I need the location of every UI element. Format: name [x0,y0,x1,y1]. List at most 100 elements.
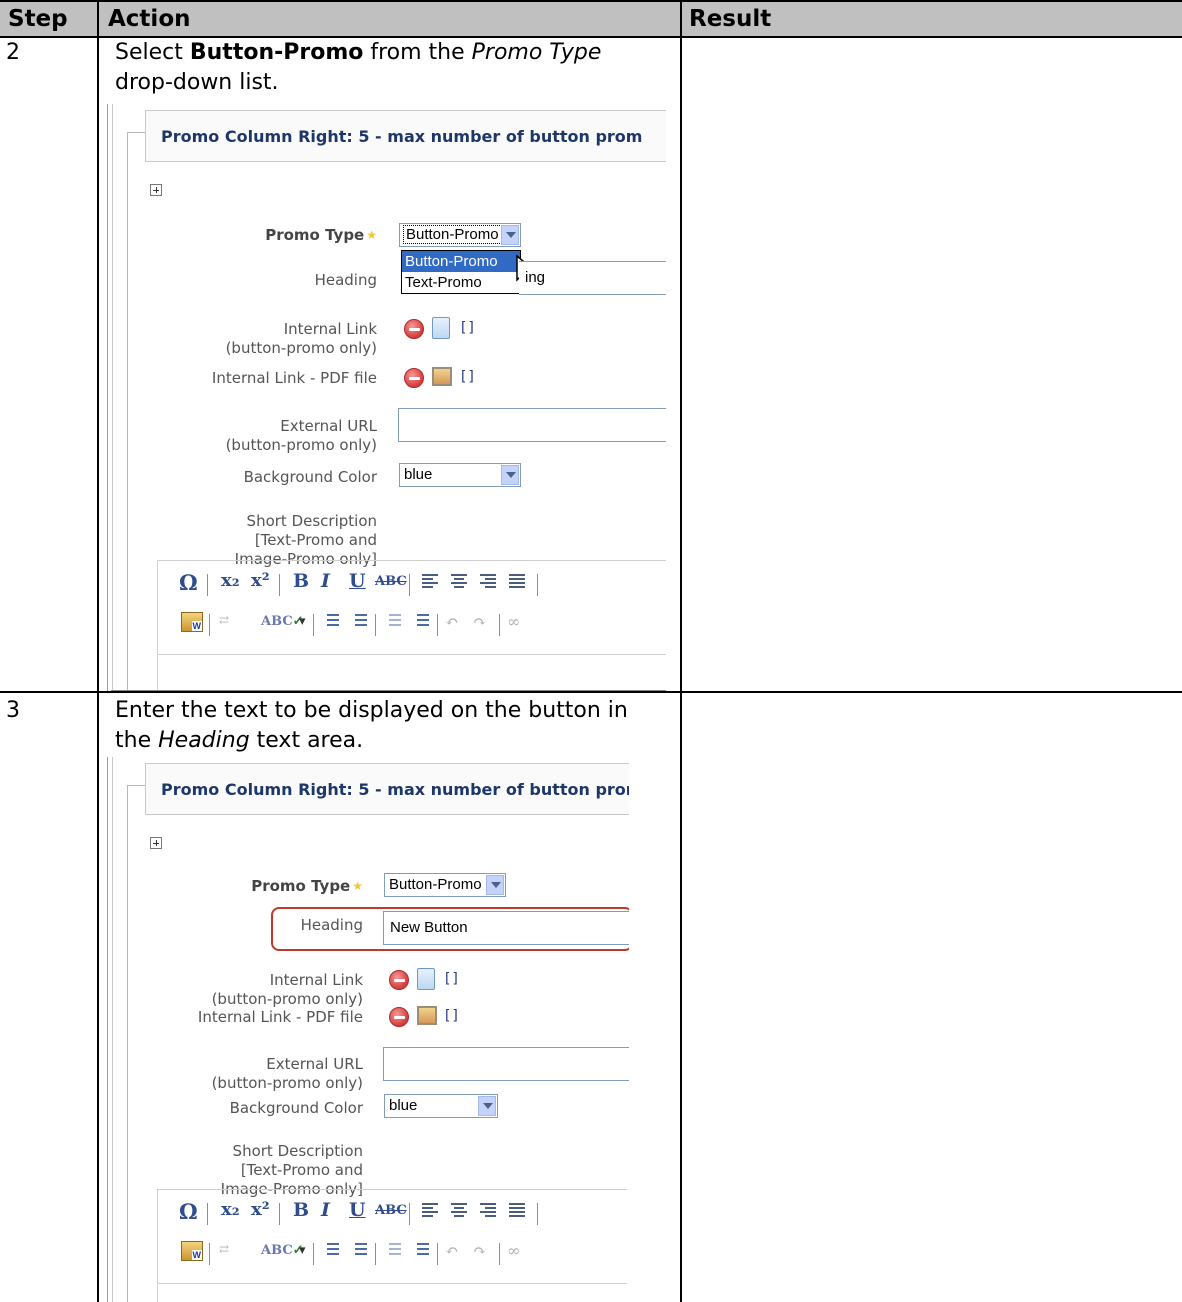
subscript-button[interactable]: x₂ [221,1199,240,1220]
undo-icon[interactable]: ↶ [445,1241,458,1260]
numbered-list-icon[interactable] [349,1243,367,1261]
heading-input[interactable]: ing [519,261,666,295]
bulleted-list-icon[interactable] [321,1243,339,1261]
strikethrough-button[interactable]: ABC [375,574,407,589]
outdent-icon[interactable] [383,614,401,632]
row-step-number: 3 [6,698,20,723]
bulleted-list-icon[interactable] [321,614,339,632]
editor-border [157,1283,627,1284]
heading-input[interactable]: New Button [383,911,629,945]
italic-button[interactable]: I [321,1199,330,1221]
strikethrough-button[interactable]: ABC [375,1203,407,1218]
superscript-button[interactable]: x² [251,570,270,591]
editor-toolbar-row-1: Ω x₂ x² B I U ABC [169,1199,629,1239]
align-left-icon[interactable] [422,574,440,590]
image-file-icon[interactable] [432,367,452,386]
align-left-icon[interactable] [422,1203,440,1219]
form-screenshot-enter-heading: Promo Column Right: 5 - max number of bu… [99,757,629,1302]
paste-from-word-icon[interactable] [181,612,203,632]
promo-type-dropdown[interactable]: Button-Promo Text-Promo [401,250,521,294]
table-row-divider [0,691,1182,693]
editor-toolbar-row-1: Ω x₂ x² B I U ABC [169,570,666,610]
editor-border [157,1189,627,1190]
link-value: [] [459,369,476,385]
external-url-input[interactable] [398,408,666,442]
link-icon[interactable]: ∞ [507,1241,520,1260]
frame-edge [107,757,108,1302]
align-justify-icon[interactable] [509,574,527,590]
indent-icon[interactable] [411,1243,429,1261]
toolbar-separator [209,614,210,636]
italic-button[interactable]: I [321,570,330,592]
document-icon[interactable] [432,317,450,339]
internal-link-label: (button-promo only) [211,990,363,1008]
align-center-icon[interactable] [451,1203,469,1219]
outdent-icon[interactable] [383,1243,401,1261]
remove-circle-icon[interactable] [404,368,424,388]
align-center-icon[interactable] [451,574,469,590]
internal-link-label: Internal Link [269,971,363,989]
external-url-label: (button-promo only) [225,436,377,454]
editor-border [111,690,666,691]
promo-type-select[interactable]: Button-Promo [384,873,506,897]
align-right-icon[interactable] [480,1203,498,1219]
special-char-button[interactable]: Ω [179,570,198,595]
background-color-select[interactable]: blue [384,1094,498,1118]
underline-button[interactable]: U [349,1199,366,1221]
external-url-label: External URL [280,417,377,435]
remove-circle-icon[interactable] [404,319,424,339]
paste-from-word-icon[interactable] [181,1241,203,1261]
editor-toolbar-row-2: ⇄ ABC✓ ▾ ↶ ↷ ∞ [169,1239,629,1279]
external-url-input[interactable] [383,1047,629,1081]
remove-circle-icon[interactable] [389,1007,409,1027]
spellcheck-dropdown-arrow[interactable]: ▾ [299,614,306,629]
link-value: [] [443,1008,460,1024]
dropdown-arrow-icon[interactable] [501,465,519,485]
redo-icon[interactable]: ↷ [473,612,486,631]
expander-plus-icon[interactable] [150,837,162,849]
bold-button[interactable]: B [293,1199,309,1221]
expander-plus-icon[interactable] [150,184,162,196]
dropdown-arrow-icon[interactable] [501,225,519,245]
spellcheck-dropdown-arrow[interactable]: ▾ [299,1243,306,1258]
promo-type-label: Promo Type ★ [251,877,363,895]
redo-icon[interactable]: ↷ [473,1241,486,1260]
remove-circle-icon[interactable] [389,970,409,990]
table-border-top [0,0,1182,2]
link-icon[interactable]: ∞ [507,612,520,631]
dropdown-arrow-icon[interactable] [486,875,504,895]
underline-button[interactable]: U [349,570,366,592]
align-right-icon[interactable] [480,574,498,590]
table-col-divider-2 [680,0,682,1302]
undo-icon[interactable]: ↶ [445,612,458,631]
heading-label: Heading [314,271,377,289]
row-action-line: drop-down list. [115,70,279,95]
background-color-label: Background Color [229,1099,363,1117]
frame-edge [112,757,113,1302]
numbered-list-icon[interactable] [349,614,367,632]
document-icon[interactable] [417,968,435,990]
link-value: [] [443,971,460,987]
indent-icon[interactable] [411,614,429,632]
spellcheck-button[interactable]: ABC✓ [261,614,304,629]
special-char-button[interactable]: Ω [179,1199,198,1224]
subscript-button[interactable]: x₂ [221,570,240,591]
editor-toolbar-row-2: ⇄ ABC✓ ▾ ↶ ↷ ∞ [169,610,666,650]
background-color-label: Background Color [243,468,377,486]
replace-icon[interactable]: ⇄ [219,613,229,627]
dropdown-arrow-icon[interactable] [478,1096,496,1116]
superscript-button[interactable]: x² [251,1199,270,1220]
promo-type-select[interactable]: Button-Promo [399,223,521,247]
background-color-select[interactable]: blue [399,463,521,487]
replace-icon[interactable]: ⇄ [219,1242,229,1256]
image-file-icon[interactable] [417,1006,437,1025]
dropdown-option[interactable]: Button-Promo [402,251,520,272]
row-step-number: 2 [6,40,20,65]
dropdown-option[interactable]: Text-Promo [402,272,520,293]
spellcheck-button[interactable]: ABC✓ [261,1243,304,1258]
bold-button[interactable]: B [293,570,309,592]
heading-label: Heading [300,916,363,934]
row-action-line: Enter the text to be displayed on the bu… [115,698,628,723]
align-justify-icon[interactable] [509,1203,527,1219]
header-action: Action [108,6,191,32]
